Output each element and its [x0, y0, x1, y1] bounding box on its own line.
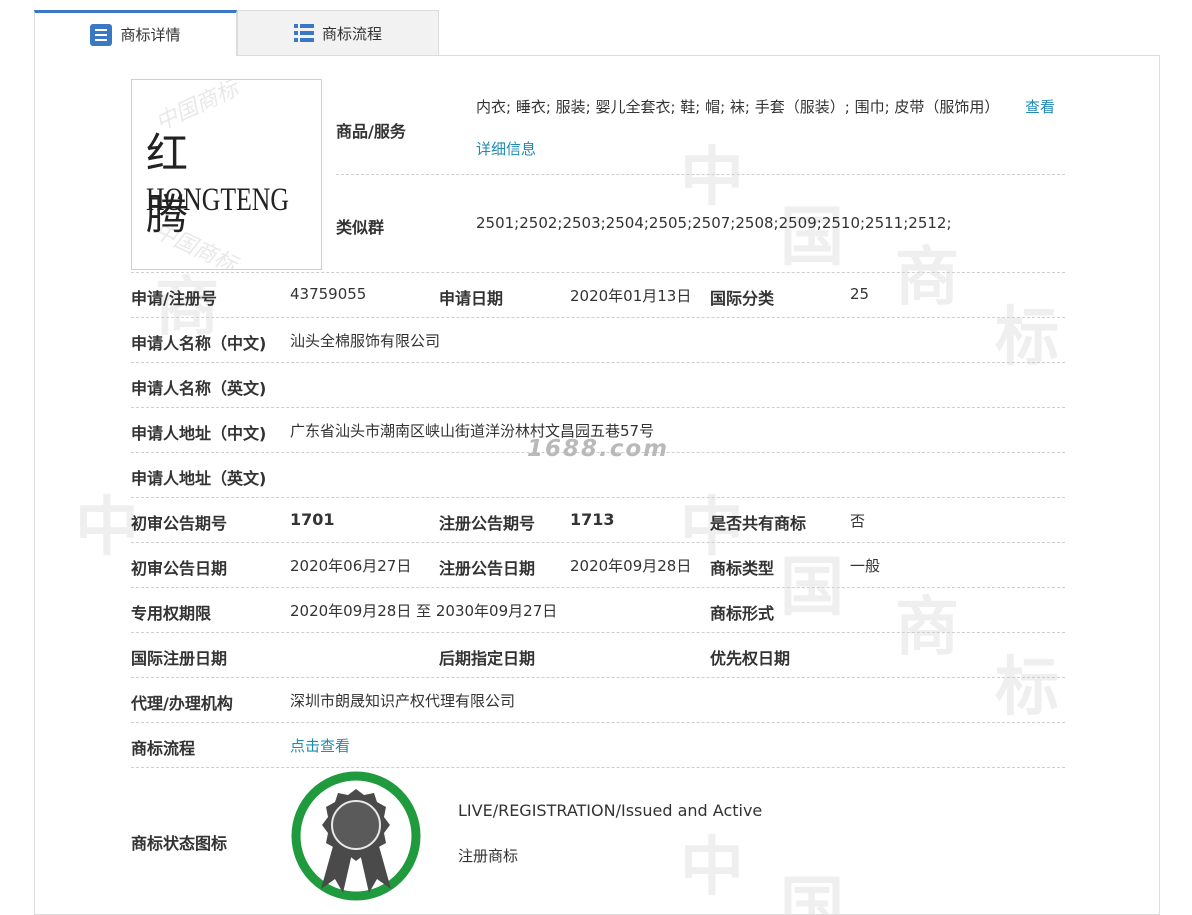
- prelim-date-label: 初审公告日期: [131, 559, 228, 578]
- process-label: 商标流程: [131, 739, 196, 758]
- prelim-no-label: 初审公告期号: [131, 514, 228, 533]
- status-value-cn: 注册商标: [458, 847, 519, 865]
- divider: [131, 407, 1065, 408]
- mark-type-label: 商标类型: [710, 559, 775, 578]
- tab-trademark-detail[interactable]: 商标详情: [34, 10, 237, 56]
- applicant-cn-value: 汕头全棉服饰有限公司: [290, 332, 441, 350]
- divider: [131, 497, 1065, 498]
- reg-no-label: 申请/注册号: [131, 289, 217, 308]
- background-watermark: 中: [75, 490, 139, 565]
- background-watermark: 中: [680, 830, 744, 905]
- mark-form-label: 商标形式: [710, 604, 775, 623]
- divider: [131, 632, 1065, 633]
- status-label: 商标状态图标: [131, 834, 228, 853]
- detail-panel: 中 国 商 标 商 中 中 国 商 标 中 国 中国商标 中国商标 红 腾 HO…: [34, 55, 1160, 915]
- prelim-date-value: 2020年06月27日: [290, 557, 412, 575]
- background-watermark: 国: [780, 200, 844, 275]
- intl-reg-date-label: 国际注册日期: [131, 649, 228, 668]
- tab-bar: 商标详情 商标流程: [34, 10, 439, 56]
- apply-date-value: 2020年01月13日: [570, 287, 692, 305]
- validity-value: 2020年09月28日 至 2030年09月27日: [290, 602, 558, 620]
- similar-group-label: 类似群: [336, 218, 385, 237]
- divider: [131, 587, 1065, 588]
- trademark-text-cn: 红 腾: [146, 129, 235, 239]
- apply-date-label: 申请日期: [439, 289, 504, 308]
- background-watermark: 中: [680, 140, 744, 215]
- address-cn-label: 申请人地址（中文): [131, 424, 267, 443]
- details-info-link[interactable]: 详细信息: [476, 138, 536, 159]
- reg-pub-date-label: 注册公告日期: [439, 559, 536, 578]
- tab-label-detail: 商标详情: [120, 26, 181, 44]
- later-date-label: 后期指定日期: [439, 649, 536, 668]
- shared-label: 是否共有商标: [710, 514, 807, 533]
- divider: [131, 362, 1065, 363]
- status-value-en: LIVE/REGISTRATION/Issued and Active: [458, 801, 763, 820]
- prelim-no-value: 1701: [290, 510, 335, 529]
- tab-trademark-process[interactable]: 商标流程: [237, 10, 439, 55]
- trademark-text-en: HONGTENG: [146, 182, 289, 218]
- intl-class-value: 25: [850, 285, 870, 303]
- divider: [131, 722, 1065, 723]
- background-watermark: 国: [780, 870, 844, 915]
- applicant-en-label: 申请人名称（英文): [131, 379, 267, 398]
- divider: [131, 317, 1065, 318]
- priority-date-label: 优先权日期: [710, 649, 791, 668]
- background-watermark: 商: [895, 590, 959, 665]
- registration-badge-icon: [291, 771, 421, 901]
- view-process-link[interactable]: 点击查看: [290, 735, 350, 756]
- reg-pub-no-label: 注册公告期号: [439, 514, 536, 533]
- reg-pub-no-value: 1713: [570, 510, 615, 529]
- trademark-image: 中国商标 中国商标 红 腾 HONGTENG: [131, 79, 322, 270]
- agency-label: 代理/办理机构: [131, 694, 233, 713]
- list-icon: [90, 23, 113, 46]
- divider: [131, 542, 1065, 543]
- intl-class-label: 国际分类: [710, 289, 775, 308]
- reg-pub-date-value: 2020年09月28日: [570, 557, 692, 575]
- site-watermark: 1688.com: [527, 436, 670, 462]
- divider: [131, 677, 1065, 678]
- reg-no-value: 43759055: [290, 285, 367, 303]
- applicant-cn-label: 申请人名称（中文): [131, 334, 267, 353]
- validity-label: 专用权期限: [131, 604, 212, 623]
- background-watermark: 国: [780, 550, 844, 625]
- divider: [131, 272, 1065, 273]
- background-watermark: 标: [995, 300, 1059, 375]
- view-details-link[interactable]: 查看: [1025, 96, 1055, 117]
- similar-group-value: 2501;2502;2503;2504;2505;2507;2508;2509;…: [476, 214, 952, 232]
- mark-type-value: 一般: [850, 557, 881, 575]
- divider: [336, 174, 1065, 175]
- tab-label-process: 商标流程: [321, 24, 382, 43]
- shared-value: 否: [850, 512, 866, 530]
- menu-list-icon: [293, 24, 314, 42]
- background-watermark: 标: [995, 650, 1059, 725]
- address-en-label: 申请人地址（英文): [131, 469, 267, 488]
- divider: [131, 767, 1065, 768]
- agency-value: 深圳市朗晟知识产权代理有限公司: [290, 692, 516, 710]
- goods-value: 内衣; 睡衣; 服装; 婴儿全套衣; 鞋; 帽; 袜; 手套（服装）; 围巾; …: [476, 98, 1000, 116]
- goods-label: 商品/服务: [336, 122, 406, 141]
